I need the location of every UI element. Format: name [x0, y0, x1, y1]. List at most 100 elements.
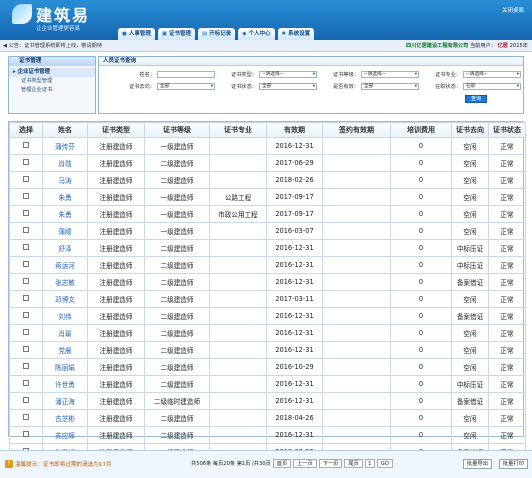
cell-training-fee: 0 [390, 154, 452, 172]
cell-certificate-level: 二级建造师 [144, 256, 210, 274]
go-button[interactable]: GO [376, 459, 393, 468]
page-number-input[interactable]: 1 [364, 459, 375, 468]
cell-training-fee: 0 [390, 205, 452, 223]
row-checkbox[interactable] [23, 329, 29, 335]
cell-name[interactable]: 党晨 [42, 341, 88, 359]
cell-name[interactable]: 刘伟 [42, 307, 88, 325]
cell-name[interactable]: 肖瑜 [42, 324, 88, 342]
first-page-button[interactable]: 首页 [272, 459, 292, 468]
cell-certificate-type: 注册建造师 [87, 273, 145, 291]
row-checkbox[interactable] [23, 176, 29, 182]
cell-expiry-date: 2016-12-31 [266, 375, 323, 393]
row-checkbox[interactable] [23, 431, 29, 437]
certificate-type-select[interactable]: --请选择-- [259, 71, 317, 78]
cell-certificate-specialty [209, 137, 267, 155]
cell-certificate-status: 正常 [488, 256, 526, 274]
row-checkbox[interactable] [23, 210, 29, 216]
name-input[interactable] [157, 71, 215, 78]
cell-name[interactable]: 苏应辉 [42, 426, 88, 444]
records-icon: ▤ [202, 31, 208, 37]
cell-name[interactable]: 邓博文 [42, 290, 88, 308]
nav-personal-center[interactable]: ◆ 个人中心 [238, 28, 275, 40]
row-checkbox[interactable] [23, 227, 29, 233]
validity-select[interactable]: 全部 [361, 83, 419, 90]
column-certificate-destination: 证书去向 [451, 122, 489, 138]
certificate-specialty-select[interactable]: --请选择-- [463, 71, 521, 78]
sidebar-item-certificate-types[interactable]: 证书类型管理 [9, 77, 95, 86]
cell-certificate-destination: 空闲 [451, 290, 489, 308]
nav-personnel[interactable]: ● 人事管理 [118, 28, 155, 40]
cell-select [9, 171, 43, 189]
cell-certificate-destination: 中标压证 [451, 239, 489, 257]
cell-name[interactable]: 马涛 [42, 171, 88, 189]
cell-certificate-type: 注册建造师 [87, 324, 145, 342]
batch-print-button[interactable]: 批量打印 [498, 459, 528, 469]
cell-select [9, 188, 43, 206]
nav-label: 证书管理 [169, 31, 192, 37]
search-row-1: 姓名： 证书类型： --请选择-- 证书等级： --请选择-- 证书专业： --… [99, 71, 525, 79]
cell-certificate-type: 注册建造师 [87, 205, 145, 223]
cell-name[interactable]: 朱勇 [42, 205, 88, 223]
certificate-table: 选择 姓名 证书类型 证书等级 证书专业 有效期 签约有效期 培训费用 证书去向… [8, 121, 526, 461]
table-row: 党晨 注册建造师 二级建造师 2016-12-31 0 空闲 正常 [9, 341, 526, 359]
row-checkbox[interactable] [23, 295, 29, 301]
cell-name[interactable]: 朱勇 [42, 188, 88, 206]
cell-expiry-date: 2016-12-31 [266, 273, 323, 291]
batch-export-button[interactable]: 批量导出 [462, 459, 492, 469]
search-button[interactable]: 查询 [465, 95, 487, 103]
certificate-destination-select[interactable]: 全部 [157, 83, 215, 90]
cell-training-fee: 0 [390, 137, 452, 155]
cell-certificate-type: 注册建造师 [87, 154, 145, 172]
previous-page-button[interactable]: 上一页 [293, 459, 317, 468]
cell-certificate-destination: 中标压证 [451, 256, 489, 274]
row-checkbox[interactable] [23, 380, 29, 386]
certificate-status-select[interactable]: 全部 [259, 83, 317, 90]
row-checkbox[interactable] [23, 363, 29, 369]
app-header: 建筑易 让企业管理更容易 ● 人事管理 ▣ 证书管理 ▤ 开标记录 ◆ 个人中心 ✹ 系统… [0, 0, 532, 40]
nav-settings[interactable]: ✹ 系统设置 [277, 28, 315, 40]
cell-training-fee: 0 [390, 290, 452, 308]
cell-select [9, 358, 43, 376]
row-checkbox[interactable] [23, 142, 29, 148]
row-checkbox[interactable] [23, 312, 29, 318]
app-title: 建筑易 [36, 6, 91, 25]
year-text: 2015年 [509, 43, 528, 49]
row-checkbox[interactable] [23, 261, 29, 267]
column-expiry-date: 有效期 [266, 122, 323, 138]
next-page-button[interactable]: 下一页 [318, 459, 343, 468]
cell-certificate-level: 二级建造师 [144, 290, 210, 308]
cell-name[interactable]: 潘正海 [42, 392, 88, 410]
cell-name[interactable]: 蒋运河 [42, 256, 88, 274]
nav-certificates[interactable]: ▣ 证书管理 [157, 28, 196, 40]
employment-status-select[interactable]: 在职 [463, 83, 521, 90]
close-desktop-link[interactable]: 关闭桌面 [502, 6, 524, 14]
cell-name[interactable]: 张志敏 [42, 273, 88, 291]
sidebar-group-enterprise-certificates[interactable]: ▸ 企业证书管理 [9, 68, 95, 77]
cell-name[interactable]: 陈丽娟 [42, 358, 88, 376]
certificate-level-select[interactable]: --请选择-- [361, 71, 419, 78]
cell-name[interactable]: 蒲传芬 [42, 137, 88, 155]
cell-name[interactable]: 蒲顺 [42, 222, 88, 240]
cell-name[interactable]: 古芝彬 [42, 409, 88, 427]
cell-name[interactable]: 许世勇 [42, 375, 88, 393]
column-certificate-specialty: 证书专业 [209, 122, 267, 138]
row-checkbox[interactable] [23, 397, 29, 403]
last-page-button[interactable]: 尾页 [344, 459, 363, 468]
row-checkbox[interactable] [23, 193, 29, 199]
row-checkbox[interactable] [23, 346, 29, 352]
cell-training-fee: 0 [390, 222, 452, 240]
current-user: 亿居 [497, 43, 508, 49]
cell-name[interactable]: 舒泽 [42, 239, 88, 257]
nav-bid-records[interactable]: ▤ 开标记录 [198, 28, 236, 40]
row-checkbox[interactable] [23, 159, 29, 165]
sidebar-item-manage-certificates[interactable]: 管理企业证书 [9, 86, 95, 95]
cell-name[interactable]: 肖勋 [42, 154, 88, 172]
row-checkbox[interactable] [23, 244, 29, 250]
cell-certificate-status: 正常 [488, 222, 526, 240]
row-checkbox[interactable] [23, 278, 29, 284]
cell-training-fee: 0 [390, 273, 452, 291]
cell-contract-expiry [322, 409, 391, 427]
table-row: 张志敏 注册建造师 二级建造师 2016-12-31 0 备案借证 正常 [9, 273, 526, 291]
row-checkbox[interactable] [23, 414, 29, 420]
cell-select [9, 392, 43, 410]
